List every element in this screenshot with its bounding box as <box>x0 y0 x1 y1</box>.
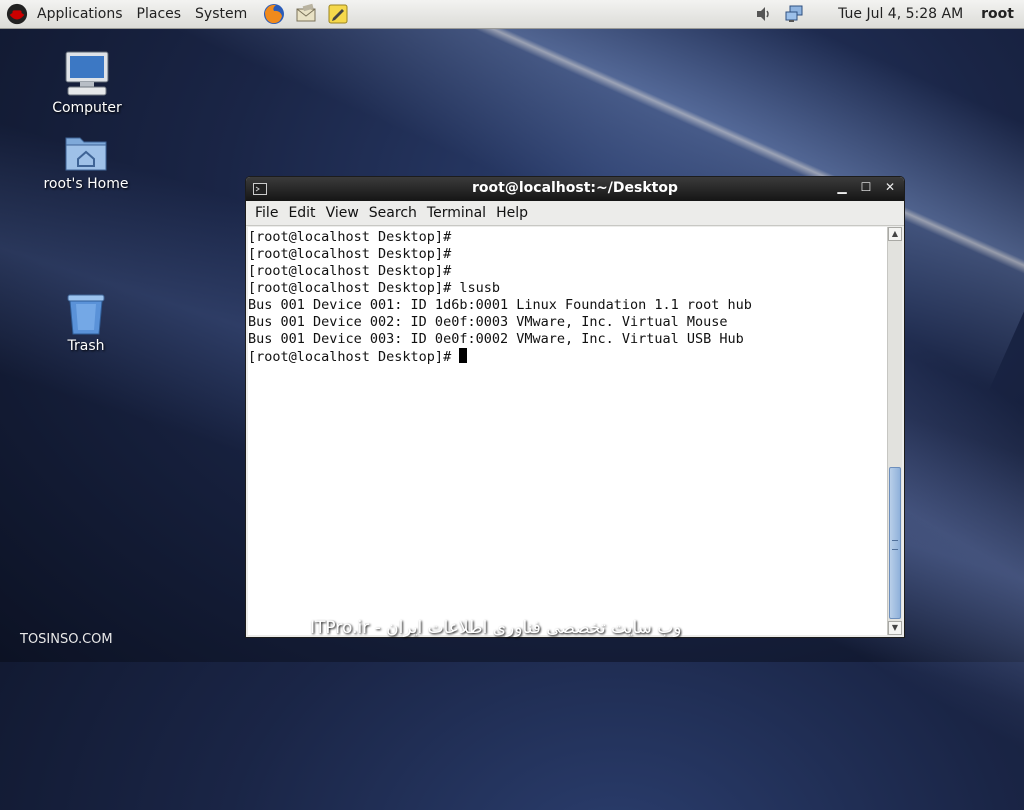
terminal-icon <box>253 183 267 195</box>
redhat-logo-icon[interactable] <box>6 3 28 25</box>
volume-icon[interactable] <box>754 4 774 24</box>
terminal-menubar: File Edit View Search Terminal Help <box>246 201 904 226</box>
text-cursor <box>459 348 468 363</box>
mail-client-icon[interactable] <box>294 2 318 26</box>
trash-icon <box>67 294 105 335</box>
home-folder-icon <box>65 137 107 171</box>
desktop-icon-computer[interactable]: Computer <box>32 50 142 116</box>
terminal-line: Bus 001 Device 002: ID 0e0f:0003 VMware,… <box>248 314 728 330</box>
terminal-line: [root@localhost Desktop]# lsusb <box>248 280 500 296</box>
menu-search[interactable]: Search <box>364 205 422 221</box>
scroll-thumb[interactable] <box>889 467 901 619</box>
terminal-scrollbar[interactable]: ▲ ▼ <box>887 227 902 635</box>
menu-help[interactable]: Help <box>491 205 533 221</box>
computer-icon <box>65 51 109 96</box>
minimize-icon[interactable]: ▁ <box>836 180 848 194</box>
terminal-window: root@localhost:~/Desktop ▁ ☐ ✕ File Edit… <box>245 176 905 638</box>
panel-user[interactable]: root <box>981 6 1014 22</box>
maximize-icon[interactable]: ☐ <box>860 180 872 194</box>
desktop-icon-label: Computer <box>52 100 122 116</box>
desktop-icon-label: Trash <box>67 338 105 354</box>
firefox-icon[interactable] <box>262 2 286 26</box>
menu-edit[interactable]: Edit <box>283 205 320 221</box>
terminal-titlebar[interactable]: root@localhost:~/Desktop ▁ ☐ ✕ <box>246 177 904 201</box>
desktop-icon-home[interactable]: root's Home <box>31 132 141 192</box>
terminal-prompt-line: [root@localhost Desktop]# <box>248 348 888 365</box>
top-panel: Applications Places System Tue Jul 4, 5:… <box>0 0 1024 29</box>
scroll-up-icon[interactable]: ▲ <box>888 227 902 241</box>
scroll-down-icon[interactable]: ▼ <box>888 621 902 635</box>
places-menu[interactable]: Places <box>130 0 189 29</box>
terminal-output[interactable]: [root@localhost Desktop]# [root@localhos… <box>248 227 888 635</box>
close-icon[interactable]: ✕ <box>884 180 896 194</box>
panel-menu: Applications Places System <box>30 0 254 29</box>
terminal-line: [root@localhost Desktop]# <box>248 246 452 262</box>
panel-clock[interactable]: Tue Jul 4, 5:28 AM <box>838 6 963 22</box>
desktop-icon-trash[interactable]: Trash <box>31 292 141 354</box>
terminal-title: root@localhost:~/Desktop <box>472 180 678 196</box>
network-icon[interactable] <box>784 4 804 24</box>
terminal-prompt: [root@localhost Desktop]# <box>248 349 460 365</box>
corner-watermark: TOSINSO.COM <box>20 632 113 647</box>
menu-file[interactable]: File <box>250 205 283 221</box>
menu-terminal[interactable]: Terminal <box>422 205 491 221</box>
watermark-text: ITPro.ir - وب سایت تخصصی فناوری اطلاعات … <box>310 618 682 638</box>
desktop-icon-label: root's Home <box>43 176 129 192</box>
applications-menu[interactable]: Applications <box>30 0 130 29</box>
system-menu[interactable]: System <box>188 0 254 29</box>
terminal-line: [root@localhost Desktop]# <box>248 229 452 245</box>
terminal-line: [root@localhost Desktop]# <box>248 263 452 279</box>
menu-view[interactable]: View <box>321 205 364 221</box>
terminal-line: Bus 001 Device 001: ID 1d6b:0001 Linux F… <box>248 297 752 313</box>
text-editor-icon[interactable] <box>326 2 350 26</box>
terminal-line: Bus 001 Device 003: ID 0e0f:0002 VMware,… <box>248 331 744 347</box>
